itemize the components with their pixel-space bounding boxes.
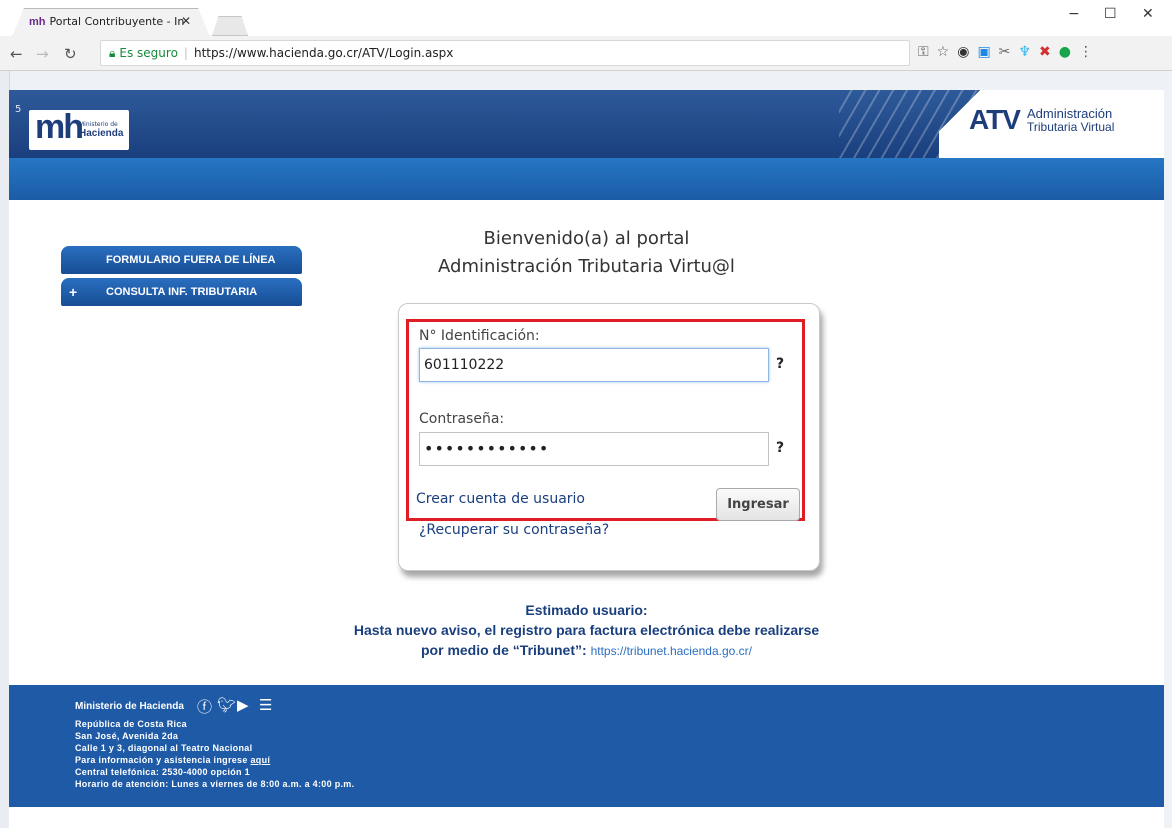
- footer-line: Calle 1 y 3, diagonal al Teatro Nacional: [75, 743, 253, 753]
- extension-icon-5[interactable]: ✖: [1039, 44, 1059, 60]
- sidebar-item-consulta[interactable]: + CONSULTA INF. TRIBUTARIA: [61, 278, 302, 306]
- lock-icon: 🔒︎: [109, 46, 116, 60]
- id-help-icon[interactable]: ?: [776, 356, 784, 372]
- forward-arrow-icon[interactable]: →: [36, 45, 49, 63]
- omnibox-separator: |: [183, 46, 188, 60]
- menu-icon[interactable]: ⋮: [1079, 44, 1101, 60]
- url-text: https://www.hacienda.go.cr/ATV/Login.asp…: [193, 46, 454, 60]
- footer-line: Para información y asistencia ingrese aq…: [75, 755, 270, 765]
- atv-line1: Administración: [1027, 106, 1113, 121]
- key-icon[interactable]: ⚿: [918, 44, 937, 60]
- footer-line: Central telefónica: 2530-4000 opción 1: [75, 767, 250, 777]
- create-account-link[interactable]: Crear cuenta de usuario: [416, 491, 585, 507]
- extension-icon-3[interactable]: ✂: [999, 44, 1019, 60]
- id-input[interactable]: 601110222: [419, 348, 769, 382]
- logo-mark: mh: [35, 108, 84, 146]
- notice-line1: Estimado usuario:: [525, 602, 648, 618]
- footer-line: Horario de atención: Lunes a viernes de …: [75, 779, 355, 789]
- tab-strip: mh Portal Contribuyente - In ✕ − ☐ ✕: [0, 0, 1172, 37]
- favicon-icon: mh: [29, 16, 46, 28]
- password-input[interactable]: ••••••••••••: [419, 432, 769, 466]
- grammarly-icon[interactable]: ●: [1059, 44, 1079, 60]
- new-tab-button[interactable]: [212, 16, 248, 36]
- ministerio-logo[interactable]: mh Ministerio de Hacienda: [29, 108, 129, 150]
- back-arrow-icon[interactable]: ←: [10, 45, 23, 63]
- star-icon[interactable]: ☆: [937, 44, 958, 60]
- site-footer: Ministerio de Hacienda ⓕ 🐦︎ ▶ ☰ Repúblic…: [9, 685, 1164, 807]
- atv-logo: ATV: [969, 104, 1021, 135]
- notice-line3-text: por medio de “Tribunet”:: [421, 642, 587, 658]
- notice-line2: Hasta nuevo aviso, el registro para fact…: [353, 622, 820, 638]
- extension-icon-1[interactable]: ◉: [957, 44, 977, 60]
- atv-line2: Tributaria Virtual: [1027, 120, 1115, 134]
- ingresar-button[interactable]: Ingresar: [716, 488, 800, 521]
- twitter-icon[interactable]: 🐦︎: [217, 696, 236, 714]
- tribunet-link[interactable]: https://tribunet.hacienda.go.cr/: [591, 644, 752, 658]
- id-label: N° Identificación:: [419, 328, 540, 344]
- password-help-icon[interactable]: ?: [776, 440, 784, 456]
- extension-icon-4[interactable]: ♆: [1018, 44, 1039, 60]
- corner-mark: 5: [15, 104, 22, 115]
- reload-icon[interactable]: ↻: [64, 45, 77, 63]
- footer-line: San José, Avenida 2da: [75, 731, 179, 741]
- close-tab-icon[interactable]: ✕: [181, 14, 191, 28]
- notice-line3: por medio de “Tribunet”: https://tribune…: [9, 642, 1164, 658]
- youtube-icon[interactable]: ▶: [237, 696, 249, 714]
- recover-password-link[interactable]: ¿Recuperar su contraseña?: [419, 522, 609, 538]
- list-icon[interactable]: ☰: [259, 696, 272, 714]
- password-label: Contraseña:: [419, 411, 505, 427]
- logo-hacienda: Hacienda: [79, 128, 124, 139]
- site-header: 5 mh Ministerio de Hacienda ATV Administ…: [9, 90, 1164, 158]
- browser-tab[interactable]: mh Portal Contribuyente - In ✕: [12, 8, 210, 37]
- welcome-line2: Administración Tributaria Virtu@l: [438, 256, 735, 277]
- logo-ministerio: Ministerio de: [79, 121, 118, 128]
- extension-icons: ⚿☆◉▣✂♆✖●⋮: [918, 44, 1101, 60]
- plus-icon: +: [69, 284, 78, 300]
- tab-label: mh Portal Contribuyente - In: [29, 15, 184, 28]
- footer-line: República de Costa Rica: [75, 719, 187, 729]
- address-bar[interactable]: 🔒︎ Es seguro | https://www.hacienda.go.cr/A…: [100, 40, 910, 66]
- welcome-line1: Bienvenido(a) al portal: [483, 228, 690, 249]
- aqui-link[interactable]: aquí: [250, 755, 270, 765]
- footer-title: Ministerio de Hacienda: [75, 701, 184, 712]
- window-close-icon[interactable]: ✕: [1142, 6, 1154, 22]
- maximize-icon[interactable]: ☐: [1104, 6, 1117, 22]
- blue-band: [9, 158, 1164, 200]
- secure-label: Es seguro: [119, 46, 178, 60]
- web-page: 5 mh Ministerio de Hacienda ATV Administ…: [9, 90, 1164, 828]
- footer-info-text: Para información y asistencia ingrese: [75, 755, 248, 765]
- extension-icon-2[interactable]: ▣: [977, 44, 998, 60]
- tab-title: Portal Contribuyente - In: [49, 15, 185, 28]
- browser-toolbar: ← → ↻ 🔒︎ Es seguro | https://www.hacienda.g…: [0, 36, 1172, 71]
- sidebar-item-label: CONSULTA INF. TRIBUTARIA: [106, 286, 258, 298]
- facebook-icon[interactable]: ⓕ: [197, 696, 212, 717]
- minimize-icon[interactable]: −: [1068, 6, 1080, 22]
